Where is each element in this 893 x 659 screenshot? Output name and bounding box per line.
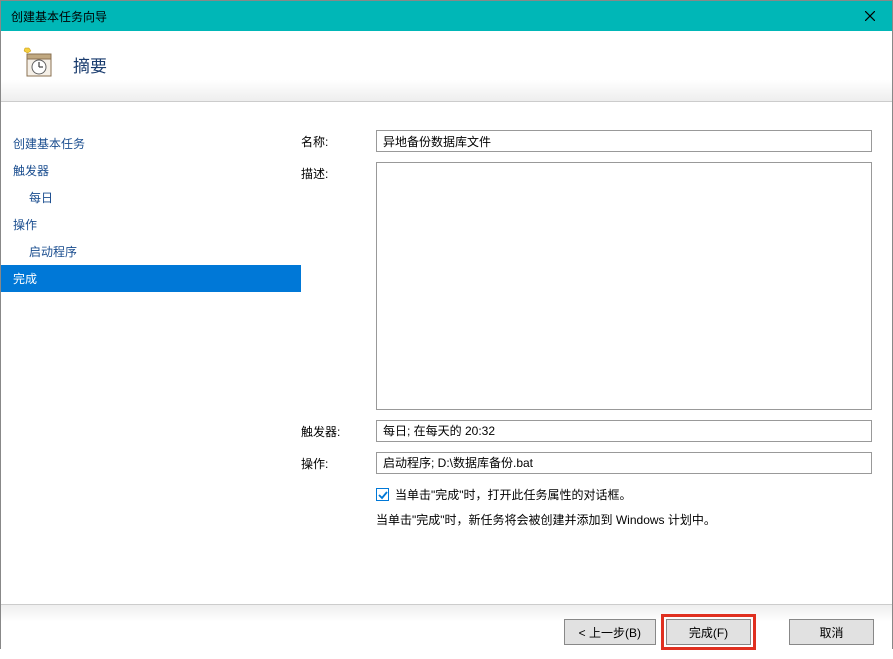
finish-button[interactable]: 完成(F) <box>666 619 751 645</box>
cancel-button[interactable]: 取消 <box>789 619 874 645</box>
trigger-value: 每日; 在每天的 20:32 <box>376 420 872 442</box>
task-scheduler-icon <box>21 46 55 83</box>
open-properties-checkbox[interactable] <box>376 488 389 501</box>
sidebar-item-daily[interactable]: 每日 <box>1 184 301 211</box>
action-value: 启动程序; D:\数据库备份.bat <box>376 452 872 474</box>
name-label: 名称: <box>301 130 376 152</box>
description-textarea[interactable] <box>376 162 872 410</box>
sidebar-item-finish[interactable]: 完成 <box>1 265 301 292</box>
titlebar: 创建基本任务向导 <box>1 1 892 31</box>
action-label: 操作: <box>301 452 376 474</box>
sidebar-item-start-program[interactable]: 启动程序 <box>1 238 301 265</box>
name-input[interactable] <box>376 130 872 152</box>
close-button[interactable] <box>847 1 892 31</box>
check-icon <box>378 490 388 500</box>
close-icon <box>865 11 875 21</box>
description-label: 描述: <box>301 162 376 182</box>
wizard-footer: < 上一步(B) 完成(F) 取消 <box>1 604 892 659</box>
wizard-content: 创建基本任务 触发器 每日 操作 启动程序 完成 名称: 描述: 触发器: 每日… <box>1 102 892 604</box>
checkbox-label: 当单击"完成"时，打开此任务属性的对话框。 <box>395 486 632 503</box>
info-text: 当单击"完成"时，新任务将会被创建并添加到 Windows 计划中。 <box>376 507 872 528</box>
page-title: 摘要 <box>73 52 107 77</box>
wizard-steps-sidebar: 创建基本任务 触发器 每日 操作 启动程序 完成 <box>1 102 301 604</box>
sidebar-item-create-task[interactable]: 创建基本任务 <box>1 130 301 157</box>
back-button[interactable]: < 上一步(B) <box>564 619 656 645</box>
trigger-label: 触发器: <box>301 420 376 442</box>
wizard-header: 摘要 <box>1 31 892 102</box>
sidebar-item-action[interactable]: 操作 <box>1 211 301 238</box>
window-title: 创建基本任务向导 <box>11 8 847 25</box>
wizard-main-panel: 名称: 描述: 触发器: 每日; 在每天的 20:32 操作: 启动程序; D:… <box>301 102 892 604</box>
sidebar-item-trigger[interactable]: 触发器 <box>1 157 301 184</box>
